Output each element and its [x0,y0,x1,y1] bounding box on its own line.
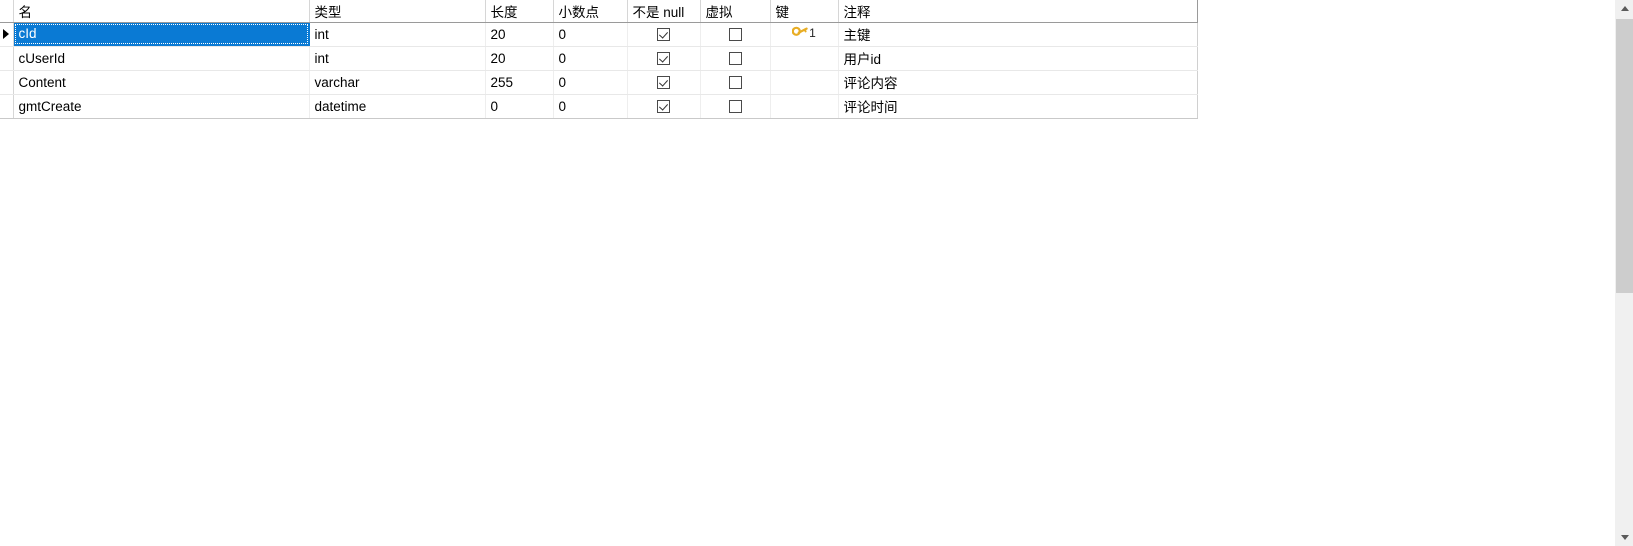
cell-field-name[interactable]: cUserId [13,46,310,71]
cell-field-type[interactable]: varchar [309,70,486,95]
cell-field-virtual[interactable] [700,46,771,71]
column-header-virtual[interactable]: 虚拟 [700,0,771,23]
cell-field-key[interactable]: 1 [770,22,839,47]
cell-field-decimal[interactable]: 0 [553,22,628,47]
cell-field-name[interactable]: gmtCreate [13,94,310,119]
scroll-up-button[interactable] [1616,0,1633,17]
cell-field-name[interactable]: Content [13,70,310,95]
table-designer-window: 名 类型 长度 小数点 不是 null 虚拟 键 注释 cId int 20 0 1 主键… [0,0,1633,546]
checkbox-checked-icon[interactable] [657,76,670,90]
chevron-down-icon [1620,535,1629,540]
table-row[interactable]: cId int 20 0 1 主键 [0,22,1198,47]
cell-field-name[interactable]: cId [13,22,310,47]
cell-field-comment[interactable]: 用户id [838,46,1198,71]
field-grid-header: 名 类型 长度 小数点 不是 null 虚拟 键 注释 [0,0,1198,23]
column-header-key[interactable]: 键 [770,0,839,23]
vertical-scrollbar[interactable] [1615,0,1633,546]
column-header-decimal[interactable]: 小数点 [553,0,628,23]
cell-field-type[interactable]: datetime [309,94,486,119]
checkbox-unchecked-icon[interactable] [728,76,742,90]
cell-field-comment[interactable]: 评论时间 [838,94,1198,119]
cell-field-key[interactable] [770,94,839,119]
cell-field-decimal[interactable]: 0 [553,94,628,119]
chevron-up-icon [1620,6,1629,11]
cell-field-decimal[interactable]: 0 [553,70,628,95]
cell-field-key[interactable] [770,46,839,71]
cell-field-length[interactable]: 20 [485,46,554,71]
checkbox-unchecked-icon[interactable] [728,52,742,66]
checkbox-checked-icon[interactable] [657,28,670,42]
cell-field-length[interactable]: 255 [485,70,554,95]
row-header-gutter[interactable] [0,70,14,95]
cell-field-notnull[interactable] [627,22,701,47]
cell-field-name-text: cId [13,23,308,45]
triangle-right-icon [3,29,9,39]
cell-field-virtual[interactable] [700,94,771,119]
row-header-gutter[interactable] [0,46,14,71]
primary-key-indicator: 1 [792,26,816,40]
column-header-type[interactable]: 类型 [309,0,486,23]
column-header-notnull[interactable]: 不是 null [627,0,701,23]
cell-field-decimal[interactable]: 0 [553,46,628,71]
scroll-down-button[interactable] [1616,529,1633,546]
checkbox-checked-icon[interactable] [657,100,670,114]
column-header-gutter [0,0,14,23]
field-grid-viewport: 名 类型 长度 小数点 不是 null 虚拟 键 注释 cId int 20 0 1 主键… [0,0,1616,546]
column-header-length[interactable]: 长度 [485,0,554,23]
header-row: 名 类型 长度 小数点 不是 null 虚拟 键 注释 [0,0,1198,23]
column-header-name[interactable]: 名 [13,0,310,23]
table-row[interactable]: Content varchar 255 0 评论内容 [0,70,1198,95]
checkbox-unchecked-icon[interactable] [728,100,742,114]
cell-field-key[interactable] [770,70,839,95]
cell-field-notnull[interactable] [627,94,701,119]
cell-field-comment[interactable]: 评论内容 [838,70,1198,95]
scrollbar-thumb[interactable] [1616,19,1633,293]
cell-field-type[interactable]: int [309,46,486,71]
key-icon [792,26,808,36]
column-header-comment[interactable]: 注释 [838,0,1198,23]
cell-field-notnull[interactable] [627,46,701,71]
row-header-gutter[interactable] [0,94,14,119]
cell-field-type[interactable]: int [309,22,486,47]
field-grid-body: cId int 20 0 1 主键 cUserId int 20 0 用户id Content varc… [0,22,1198,119]
row-header-gutter[interactable] [0,22,14,47]
field-grid: 名 类型 长度 小数点 不是 null 虚拟 键 注释 cId int 20 0 1 主键… [0,0,1198,119]
table-row[interactable]: cUserId int 20 0 用户id [0,46,1198,71]
cell-field-length[interactable]: 20 [485,22,554,47]
cell-field-virtual[interactable] [700,70,771,95]
cell-field-length[interactable]: 0 [485,94,554,119]
checkbox-unchecked-icon[interactable] [728,28,742,42]
cell-field-notnull[interactable] [627,70,701,95]
table-row[interactable]: gmtCreate datetime 0 0 评论时间 [0,94,1198,119]
cell-field-virtual[interactable] [700,22,771,47]
cell-field-comment[interactable]: 主键 [838,22,1198,47]
checkbox-checked-icon[interactable] [657,52,670,66]
key-order-number: 1 [809,25,816,40]
